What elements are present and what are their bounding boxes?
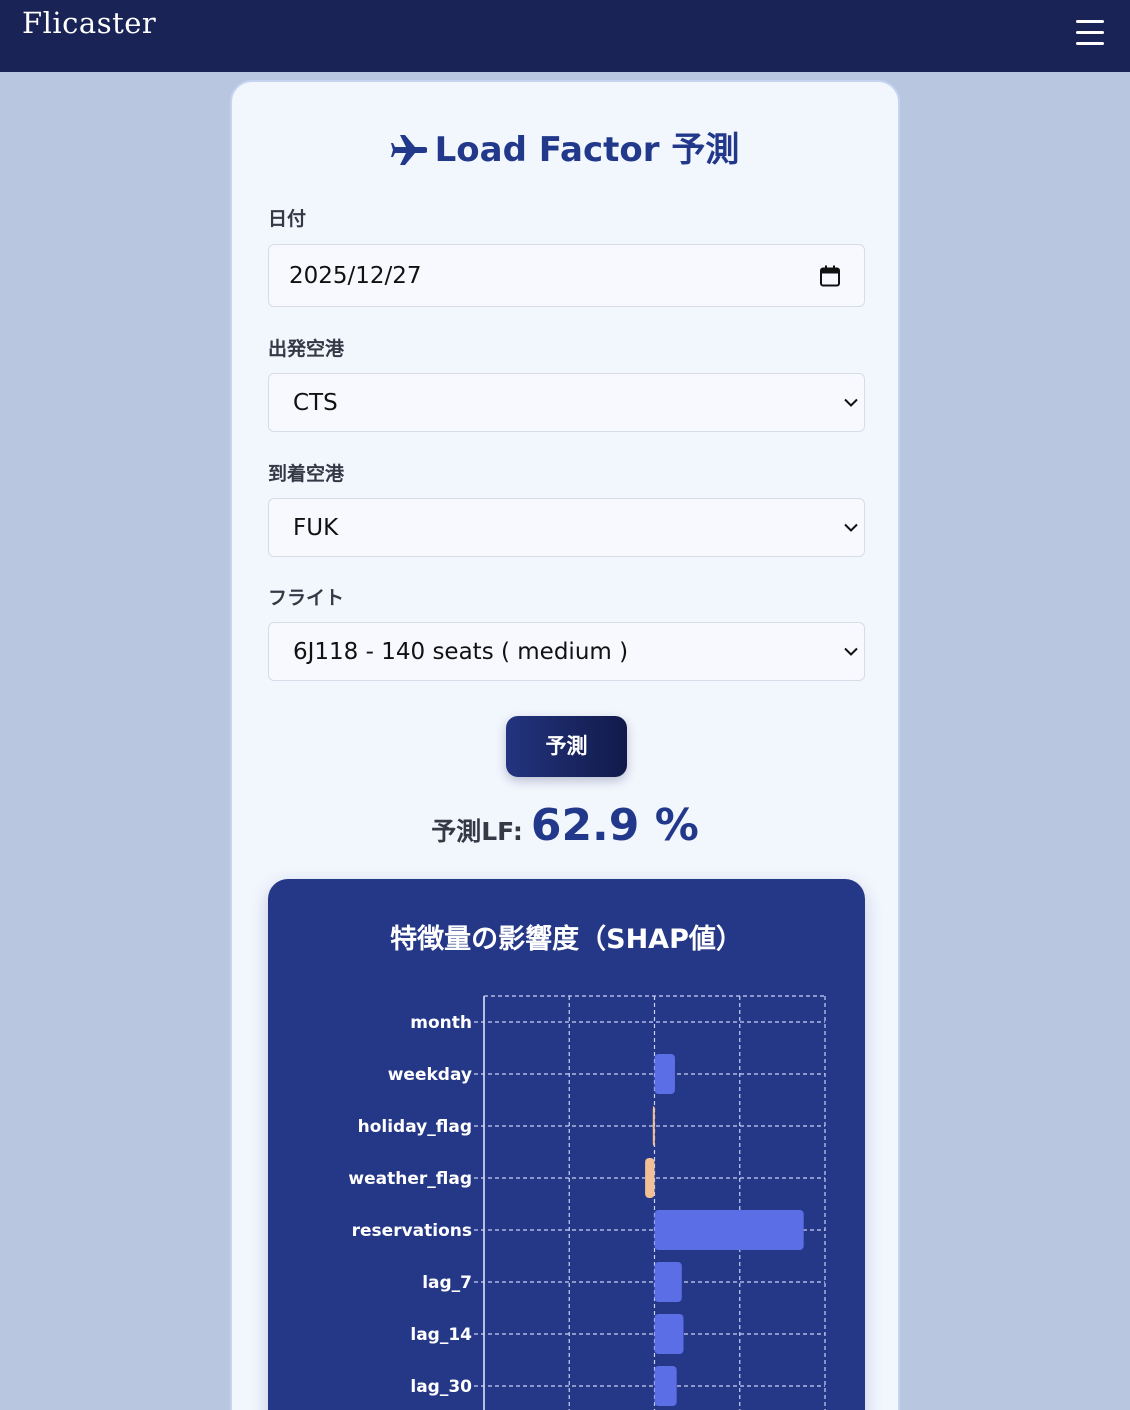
shap-chart-panel: 特徴量の影響度（SHAP値） month weekday holiday_flag w… bbox=[268, 879, 865, 1410]
departure-label: 出発空港 bbox=[268, 338, 345, 360]
shap-bar-reservations bbox=[654, 1210, 804, 1250]
category-label: month bbox=[410, 1013, 472, 1033]
category-label: reservations bbox=[352, 1221, 472, 1241]
chevron-down-icon bbox=[844, 647, 858, 656]
chevron-down-icon bbox=[844, 398, 858, 407]
prediction-result: 予測LF: 62.9 % bbox=[232, 800, 898, 851]
category-label: holiday_flag bbox=[358, 1117, 472, 1137]
flight-select[interactable]: 6J118 - 140 seats ( medium ) bbox=[268, 622, 865, 681]
result-value: 62.9 % bbox=[530, 800, 699, 851]
date-label: 日付 bbox=[268, 208, 307, 230]
category-label: weekday bbox=[388, 1065, 472, 1085]
shap-bar-weekday bbox=[654, 1054, 675, 1094]
category-label: weather_flag bbox=[348, 1169, 472, 1189]
date-input[interactable]: 2025/12/27 bbox=[268, 244, 865, 307]
shap-bar-chart: month weekday holiday_flag weather_flagrese… bbox=[348, 995, 826, 1410]
page-title: Load Factor 予測 bbox=[232, 122, 898, 171]
calendar-icon[interactable] bbox=[820, 265, 840, 286]
airplane-icon bbox=[390, 135, 427, 165]
arrival-select[interactable]: FUK bbox=[268, 498, 865, 557]
hamburger-menu-icon[interactable] bbox=[1076, 20, 1104, 46]
shap-bar-lag_30 bbox=[654, 1366, 677, 1406]
arrival-label: 到着空港 bbox=[268, 463, 345, 485]
shap-bar-lag_7 bbox=[654, 1262, 682, 1302]
app-logo[interactable]: Flicaster bbox=[22, 6, 156, 40]
shap-bar-lag_14 bbox=[654, 1314, 684, 1354]
category-label: lag_30 bbox=[410, 1377, 472, 1397]
page-title-text: Load Factor 予測 bbox=[434, 130, 740, 170]
shap-bar-weather_flag bbox=[645, 1158, 655, 1198]
flight-value: 6J118 - 140 seats ( medium ) bbox=[293, 638, 629, 665]
predict-button[interactable]: 予測 bbox=[506, 716, 627, 777]
arrival-value: FUK bbox=[293, 514, 339, 541]
shap-bar-holiday_flag bbox=[652, 1106, 655, 1146]
flight-label: フライト bbox=[268, 587, 345, 609]
category-label: lag_14 bbox=[410, 1325, 472, 1345]
departure-value: CTS bbox=[293, 389, 338, 416]
result-label: 予測LF: bbox=[431, 817, 523, 846]
date-value: 2025/12/27 bbox=[289, 262, 422, 289]
chevron-down-icon bbox=[844, 523, 858, 532]
prediction-card: Load Factor 予測 日付 2025/12/27 出発空港 CTS 到着… bbox=[230, 80, 900, 1410]
departure-select[interactable]: CTS bbox=[268, 373, 865, 432]
top-navbar: Flicaster bbox=[0, 0, 1130, 72]
category-label: lag_7 bbox=[422, 1273, 472, 1293]
